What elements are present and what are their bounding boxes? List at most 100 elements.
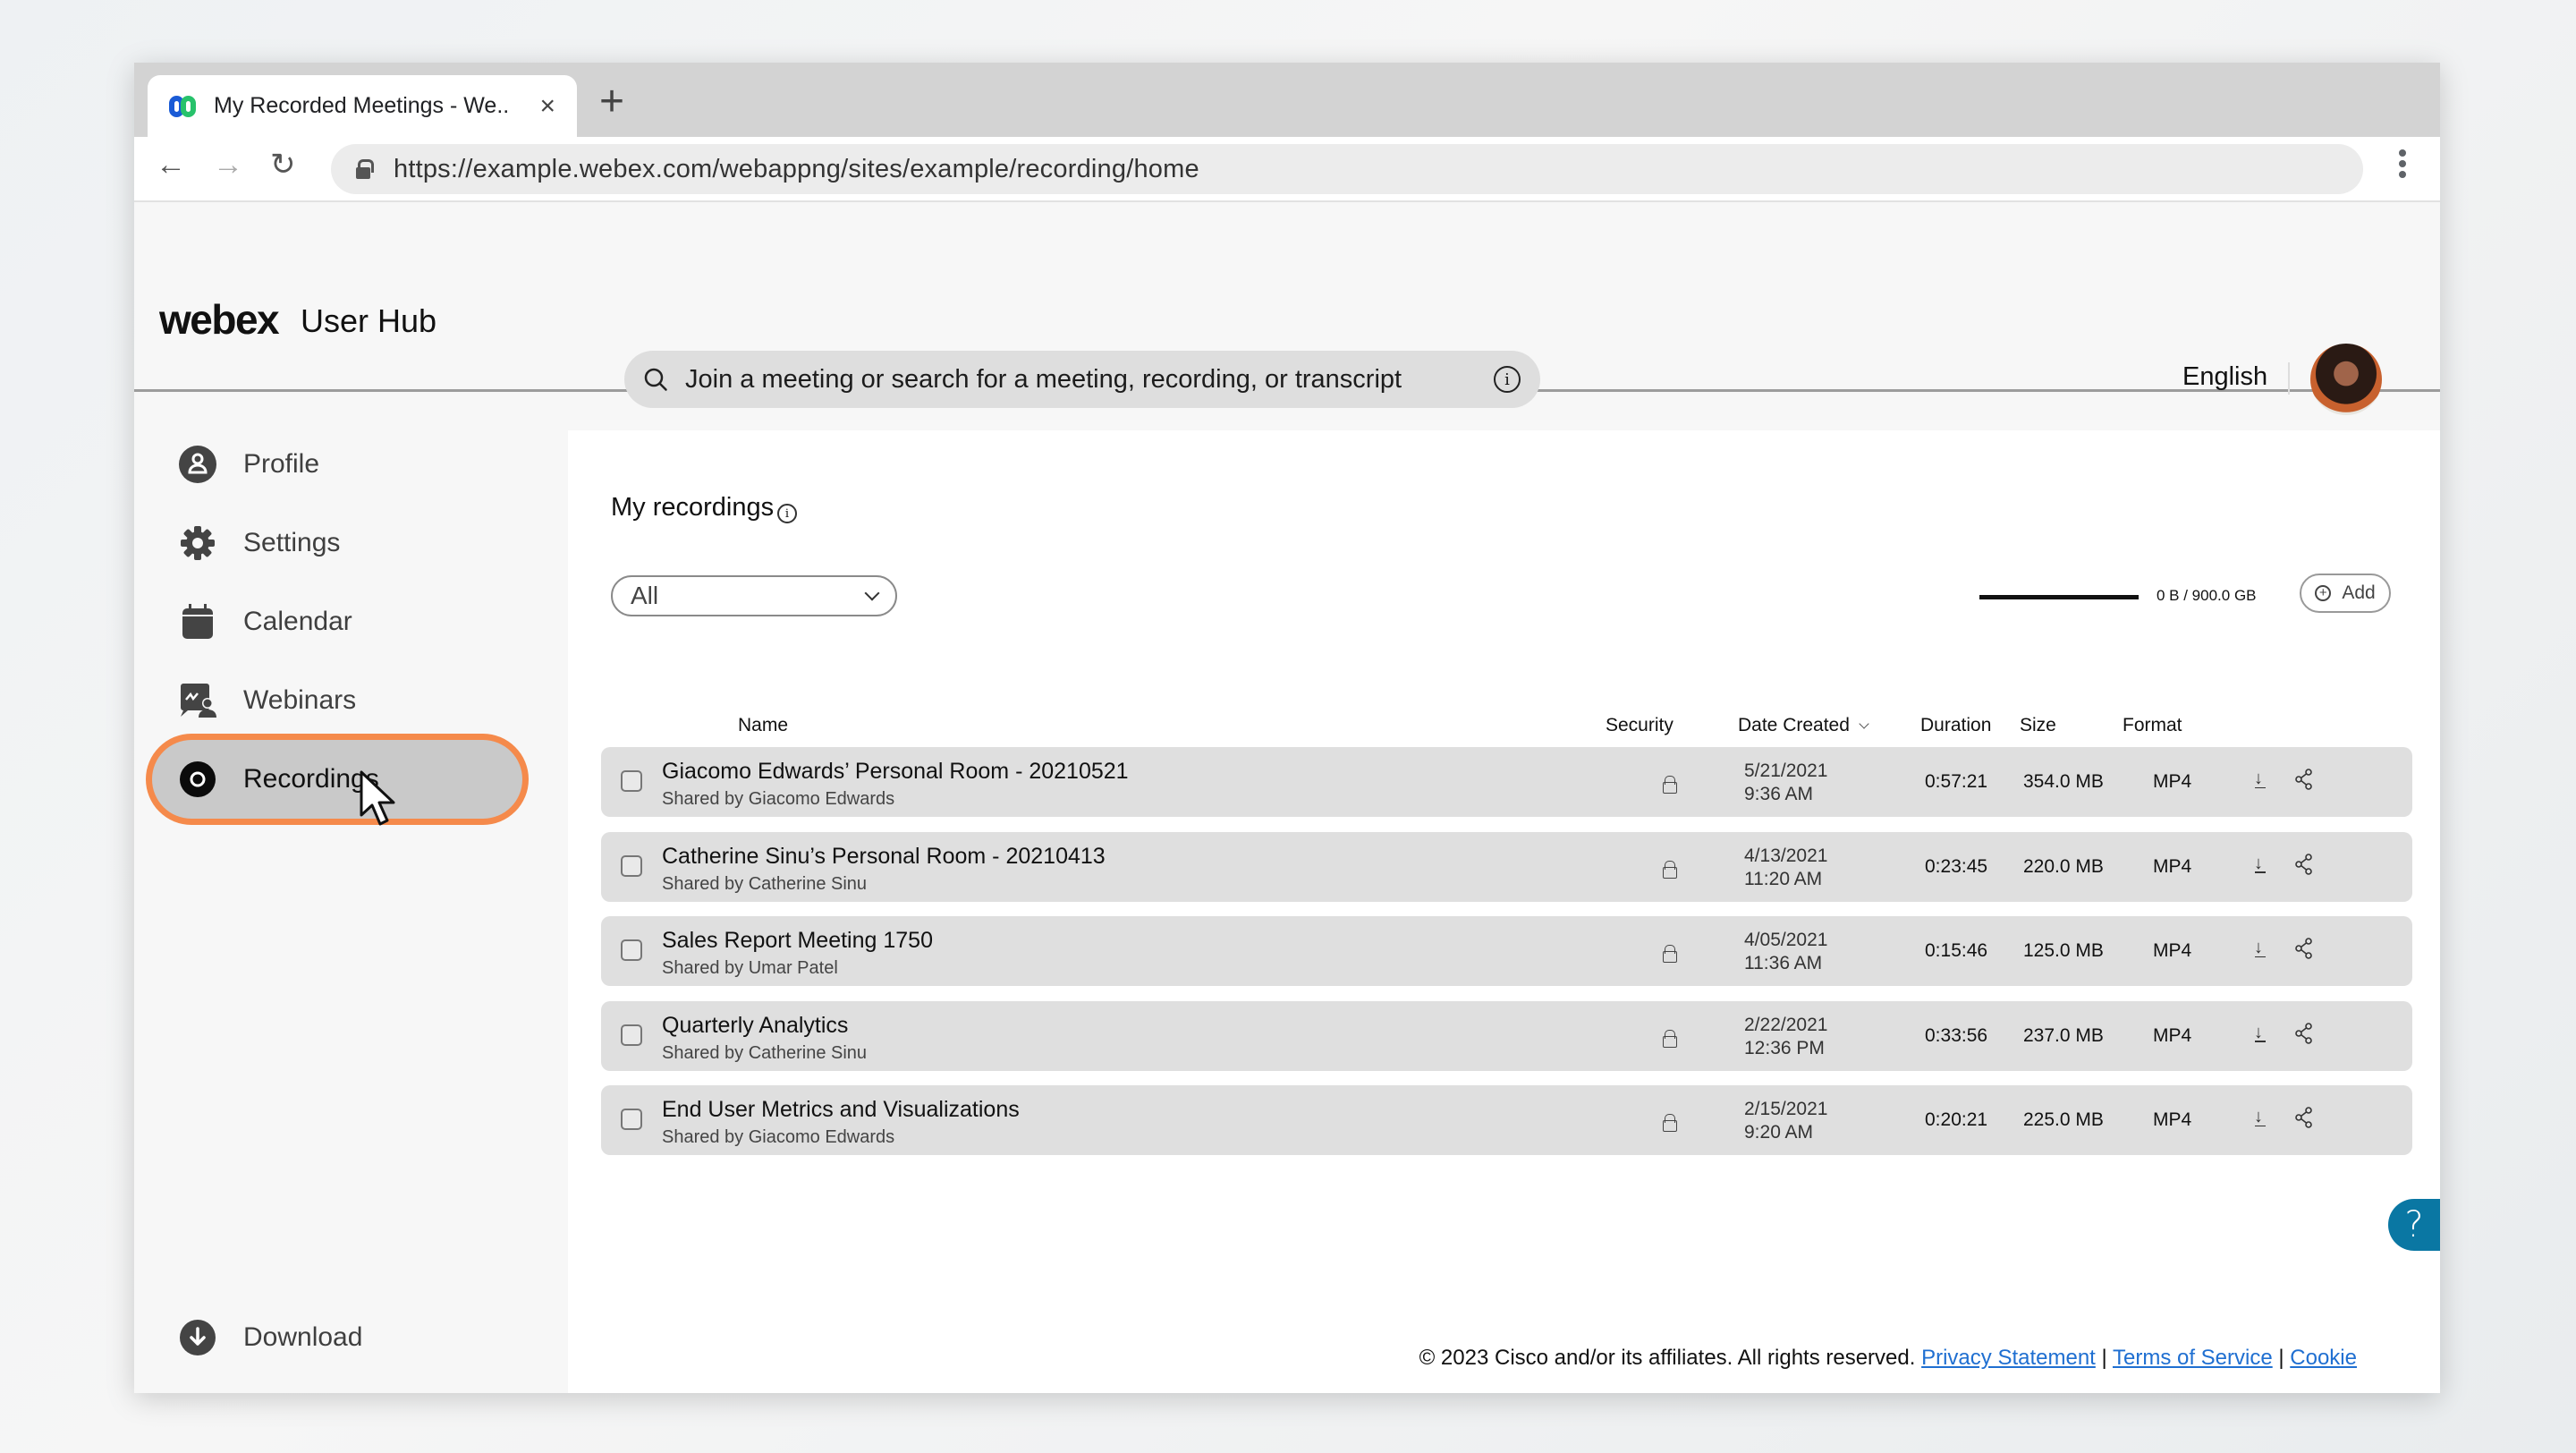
recording-filter-dropdown[interactable]: All — [611, 575, 897, 616]
sidebar-item-calendar[interactable]: Calendar — [152, 582, 522, 661]
close-tab-icon[interactable]: × — [539, 92, 555, 120]
cookie-link[interactable]: Cookie — [2290, 1346, 2357, 1370]
terms-of-service-link[interactable]: Terms of Service — [2113, 1346, 2273, 1370]
download-icon[interactable]: ↓ — [2254, 1107, 2266, 1127]
shared-by: Shared by Giacomo Edwards — [662, 789, 895, 809]
avatar[interactable] — [2310, 344, 2382, 415]
table-row[interactable]: Quarterly Analytics Shared by Catherine S… — [601, 1000, 2412, 1071]
format: MP4 — [2153, 940, 2192, 961]
row-checkbox[interactable] — [621, 939, 642, 961]
language-selector[interactable]: English — [2182, 362, 2267, 392]
webex-favicon-icon — [169, 93, 199, 120]
sidebar-item-download[interactable]: Download — [152, 1298, 522, 1377]
tab-strip: My Recorded Meetings - We.. × + — [134, 63, 2440, 137]
column-header-format[interactable]: Format — [2123, 715, 2182, 736]
shared-by: Shared by Giacomo Edwards — [662, 1127, 895, 1147]
footer-separator: | — [2101, 1346, 2107, 1370]
url-text[interactable]: https://example.webex.com/webappng/sites… — [394, 155, 1199, 184]
shared-by: Shared by Catherine Sinu — [662, 1042, 868, 1063]
info-icon[interactable]: i — [777, 504, 797, 523]
page-title: My recordings — [611, 493, 775, 522]
download-icon[interactable]: ↓ — [2254, 1023, 2266, 1043]
recording-name[interactable]: End User Metrics and Visualizations — [662, 1097, 1020, 1123]
size: 237.0 MB — [2023, 1024, 2104, 1046]
address-bar[interactable]: https://example.webex.com/webappng/sites… — [331, 144, 2363, 194]
reload-icon[interactable]: ↻ — [270, 149, 296, 180]
webex-logo: webex — [159, 296, 280, 343]
date: 2/22/2021 — [1744, 1014, 1828, 1035]
column-header-security[interactable]: Security — [1606, 715, 1674, 736]
column-header-name[interactable]: Name — [738, 715, 788, 736]
share-icon[interactable] — [2294, 938, 2314, 959]
browser-window: My Recorded Meetings - We.. × + ← → ↻ ht… — [134, 63, 2440, 1393]
column-header-duration[interactable]: Duration — [1920, 715, 1991, 736]
size: 125.0 MB — [2023, 940, 2104, 961]
row-checkbox[interactable] — [621, 854, 642, 877]
date-created: 4/05/2021 11:36 AM — [1744, 929, 1827, 975]
time: 12:36 PM — [1744, 1037, 1825, 1058]
recording-name[interactable]: Giacomo Edwards’ Personal Room - 2021052… — [662, 759, 1129, 785]
browser-tab[interactable]: My Recorded Meetings - We.. × — [148, 75, 577, 137]
storage-usage-bar — [1979, 595, 2139, 599]
copyright-text: © 2023 Cisco and/or its affiliates. All … — [1419, 1346, 1916, 1370]
help-fab-button[interactable]: ? — [2388, 1199, 2440, 1251]
column-header-label: Date Created — [1738, 715, 1850, 735]
sidebar-item-webinars[interactable]: Webinars — [152, 661, 522, 740]
download-icon[interactable]: ↓ — [2254, 769, 2266, 789]
date-created: 5/21/2021 9:36 AM — [1744, 760, 1827, 806]
plus-circle-icon: + — [2315, 585, 2332, 601]
share-icon[interactable] — [2294, 1107, 2314, 1128]
lock-icon — [1663, 860, 1677, 879]
search-input[interactable]: Join a meeting or search for a meeting, … — [624, 351, 1540, 408]
browser-menu-icon[interactable] — [2399, 149, 2408, 182]
download-icon — [179, 1319, 216, 1356]
back-arrow-icon[interactable]: ← — [156, 149, 186, 180]
share-icon[interactable] — [2294, 853, 2314, 875]
browser-toolbar: ← → ↻ https://example.webex.com/webappng… — [134, 137, 2440, 202]
size: 225.0 MB — [2023, 1109, 2104, 1130]
sidebar-item-help[interactable]: ? Help — [152, 1377, 522, 1393]
row-checkbox[interactable] — [621, 770, 642, 792]
download-icon[interactable]: ↓ — [2254, 938, 2266, 958]
forward-arrow-icon[interactable]: → — [213, 149, 243, 180]
share-icon[interactable] — [2294, 769, 2314, 790]
date: 2/15/2021 — [1744, 1099, 1828, 1119]
date-created: 4/13/2021 11:20 AM — [1744, 845, 1827, 891]
shared-by: Shared by Umar Patel — [662, 958, 838, 978]
table-row[interactable]: End User Metrics and Visualizations Share… — [601, 1085, 2412, 1155]
lock-icon — [1663, 776, 1677, 794]
date-created: 2/15/2021 9:20 AM — [1744, 1098, 1827, 1144]
footer: © 2023 Cisco and/or its affiliates. All … — [1419, 1346, 2357, 1371]
search-placeholder: Join a meeting or search for a meeting, … — [685, 364, 1402, 394]
share-icon[interactable] — [2294, 1022, 2314, 1044]
sidebar-item-settings[interactable]: Settings — [152, 504, 522, 582]
sort-chevron-icon — [1859, 718, 1869, 729]
table-row[interactable]: Catherine Sinu’s Personal Room - 2021041… — [601, 831, 2412, 902]
column-header-size[interactable]: Size — [2020, 715, 2056, 736]
webinar-icon — [179, 682, 216, 719]
row-checkbox[interactable] — [621, 1109, 642, 1130]
row-checkbox[interactable] — [621, 1024, 642, 1046]
format: MP4 — [2153, 855, 2192, 877]
new-tab-button[interactable]: + — [599, 81, 624, 123]
privacy-statement-link[interactable]: Privacy Statement — [1921, 1346, 2096, 1370]
chevron-down-icon — [864, 585, 880, 601]
sidebar-item-profile[interactable]: Profile — [152, 425, 522, 504]
recording-icon — [179, 760, 216, 798]
table-row[interactable]: Giacomo Edwards’ Personal Room - 2021052… — [601, 747, 2412, 817]
download-icon[interactable]: ↓ — [2254, 854, 2266, 874]
add-recording-button[interactable]: + Add — [2300, 574, 2391, 613]
recording-name[interactable]: Quarterly Analytics — [662, 1013, 848, 1039]
recording-name[interactable]: Sales Report Meeting 1750 — [662, 928, 933, 954]
info-icon[interactable]: i — [1494, 366, 1521, 393]
date: 5/21/2021 — [1744, 760, 1828, 781]
recordings-panel: My recordings i All 0 B / 900.0 GB + Add… — [568, 430, 2440, 1393]
duration: 0:57:21 — [1925, 771, 1988, 792]
table-row[interactable]: Sales Report Meeting 1750 Shared by Umar … — [601, 916, 2412, 986]
divider — [2288, 362, 2290, 395]
time: 11:20 AM — [1744, 868, 1823, 889]
calendar-icon — [179, 603, 216, 641]
column-header-date-created[interactable]: Date Created — [1738, 715, 1869, 736]
sidebar-item-recordings[interactable]: Recordings — [152, 740, 522, 819]
recording-name[interactable]: Catherine Sinu’s Personal Room - 2021041… — [662, 844, 1106, 870]
